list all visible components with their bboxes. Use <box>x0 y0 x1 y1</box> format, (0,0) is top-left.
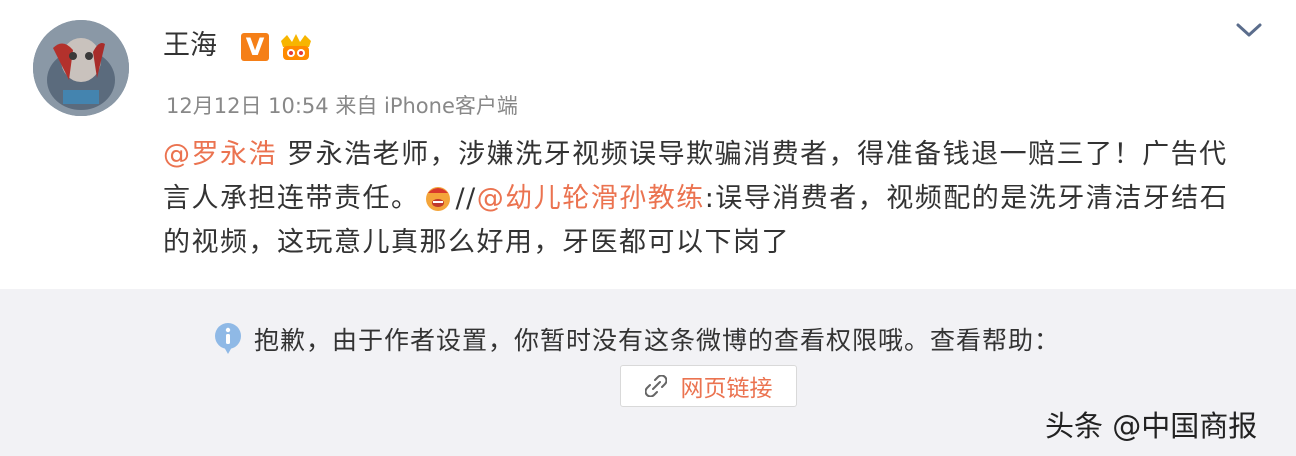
post-body: @罗永浩 罗永浩老师，涉嫌洗牙视频误导欺骗消费者，得准备钱退一赔三了！广告代言人… <box>163 133 1253 265</box>
mention-link[interactable]: @罗永浩 <box>163 139 277 170</box>
link-icon <box>644 375 667 397</box>
web-link-label: 网页链接 <box>680 376 773 402</box>
emoji-icon <box>425 187 450 211</box>
notice-row: 抱歉，由于作者设置，你暂时没有这条微博的查看权限哦。查看帮助： <box>212 321 1060 357</box>
repost-separator: // <box>455 183 477 214</box>
permission-notice: 抱歉，由于作者设置，你暂时没有这条微博的查看权限哦。查看帮助： <box>254 326 1061 355</box>
info-icon <box>215 323 241 354</box>
repost-box: 抱歉，由于作者设置，你暂时没有这条微博的查看权限哦。查看帮助： 网页链接 头条 … <box>0 289 1296 456</box>
post-source: 来自 iPhone客户端 <box>335 94 518 118</box>
avatar[interactable] <box>33 20 129 116</box>
vip-badge[interactable]: V <box>241 33 269 61</box>
post-meta: 12月12日 10:54 来自 iPhone客户端 <box>166 90 518 120</box>
fan-badge-icon[interactable] <box>277 31 315 65</box>
mention-link[interactable]: @幼儿轮滑孙教练 <box>477 183 705 214</box>
author-name[interactable]: 王海 <box>163 32 217 59</box>
web-link-button[interactable]: 网页链接 <box>620 365 797 407</box>
source-watermark: 头条 @中国商报 <box>1045 409 1258 443</box>
avatar-image <box>33 20 129 116</box>
post-timestamp[interactable]: 12月12日 10:54 <box>166 94 329 118</box>
chevron-down-icon[interactable] <box>1233 18 1265 42</box>
